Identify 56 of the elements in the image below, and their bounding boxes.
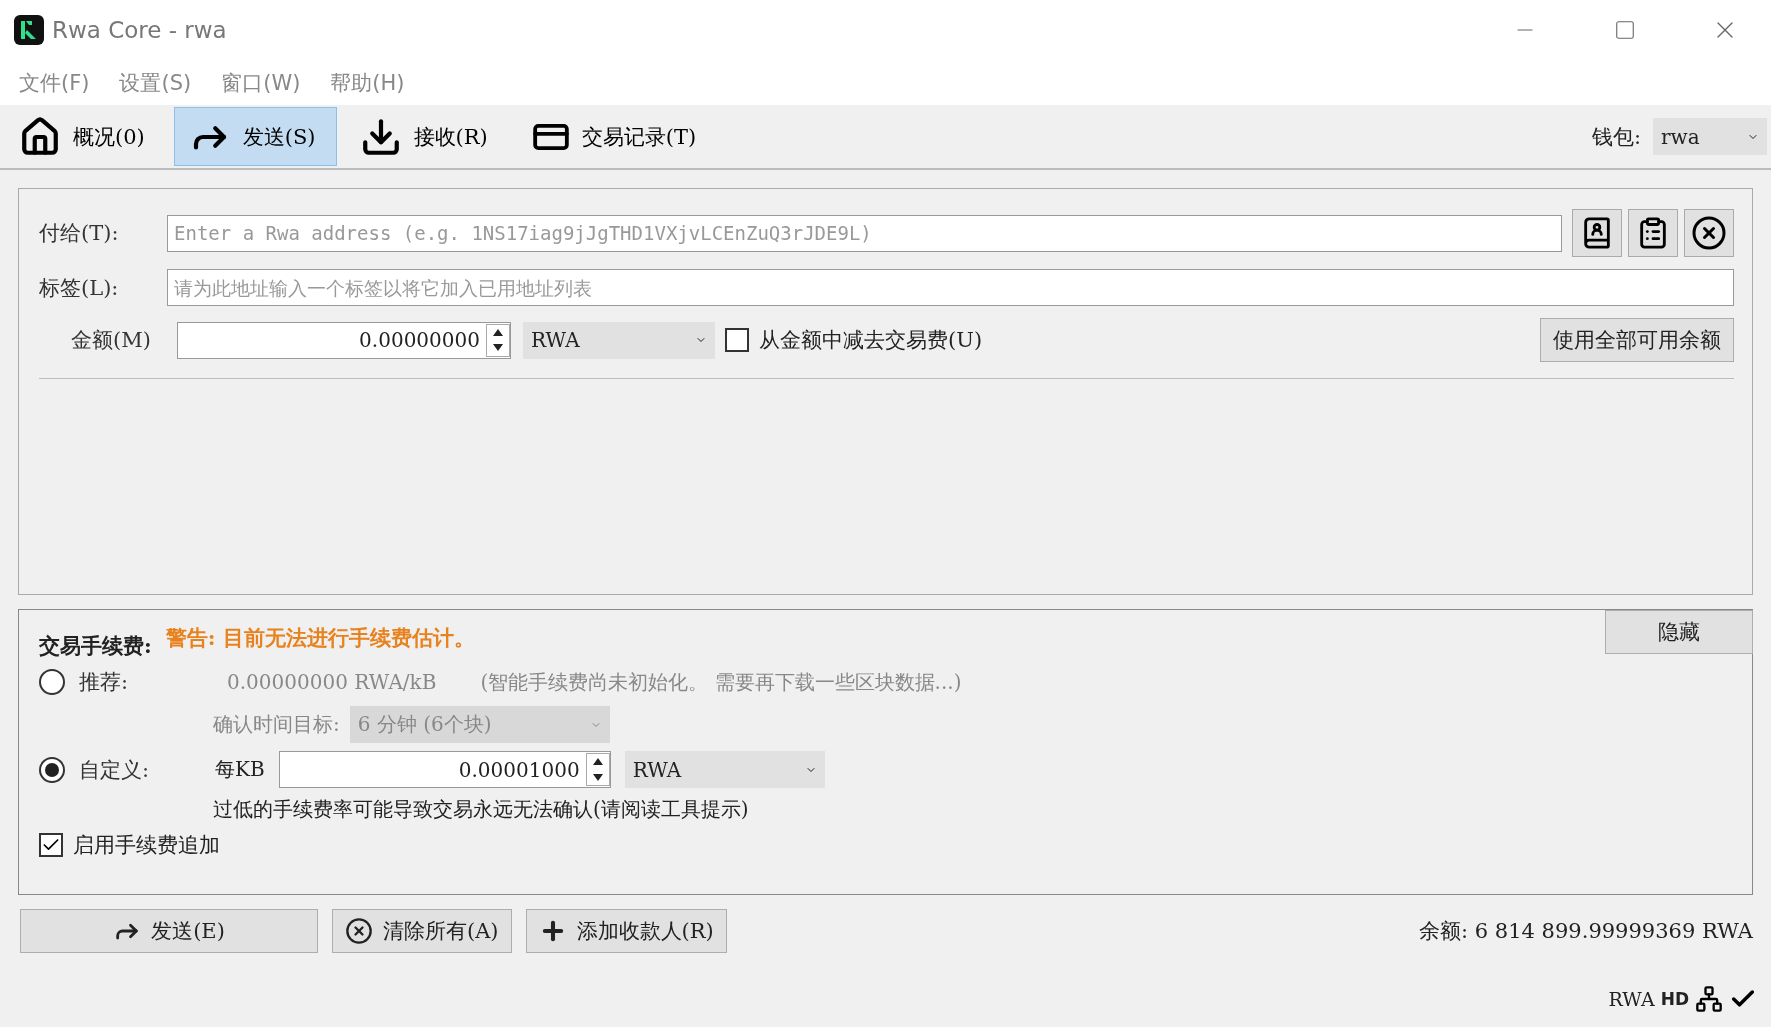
- radio-button[interactable]: [39, 669, 65, 695]
- clear-button[interactable]: [1684, 209, 1734, 257]
- unit-label: RWA: [1608, 988, 1655, 1010]
- down-arrow-icon: [592, 773, 603, 781]
- app-logo: [14, 15, 44, 45]
- amount-label: 金额(M): [70, 327, 152, 354]
- nav-tab[interactable]: 交易记录(T): [516, 107, 718, 166]
- unit-dropdown[interactable]: RWA: [523, 321, 715, 359]
- house-icon: [19, 115, 61, 158]
- menu-item[interactable]: 窗口(W): [210, 68, 312, 97]
- address-field[interactable]: Enter a Rwa address (e.g. 1NS17iag9jJgTHD1VXjvLCEnZuQ3rJDE9L): [167, 214, 1562, 252]
- menu-item[interactable]: 帮助(H): [319, 68, 416, 97]
- fee-hint: 过低的手续费率可能导致交易永远无法确认(请阅读工具提示): [212, 796, 750, 823]
- nav-tab[interactable]: 接收(R): [344, 107, 509, 166]
- clear-icon: [1691, 215, 1727, 251]
- up-arrow-icon: [493, 328, 503, 336]
- checkbox[interactable]: [725, 328, 749, 352]
- menu-item[interactable]: 文件(F): [8, 68, 101, 97]
- option-label: 自定义:: [79, 756, 151, 784]
- send-button[interactable]: 发送(E): [20, 909, 318, 953]
- up-arrow-icon: [592, 758, 603, 766]
- label-field[interactable]: 请为此地址输入一个标签以将它加入已用地址列表: [167, 269, 1734, 306]
- fee-note: (智能手续费尚未初始化。 需要再下载一些区块数据...): [480, 668, 962, 696]
- nav-tab[interactable]: 发送(S): [173, 107, 337, 166]
- fee-rate: 0.00000000 RWA/kB: [227, 670, 437, 694]
- per-kb-label: 每KB: [215, 756, 265, 783]
- action-button[interactable]: 清除所有(A): [332, 909, 512, 953]
- paste-button[interactable]: [1628, 209, 1678, 257]
- window-title: Rwa Core - rwa: [52, 17, 228, 43]
- spin-buttons[interactable]: [585, 753, 610, 786]
- fee-warning: 警告: 目前无法进行手续费估计。: [165, 624, 475, 652]
- option-label: 推荐:: [79, 669, 130, 696]
- spin-buttons[interactable]: [486, 323, 510, 357]
- target-label: 确认时间目标:: [213, 711, 340, 738]
- pay-to-label: 付给(T):: [39, 220, 120, 247]
- nav-tab[interactable]: 概况(0): [4, 107, 166, 166]
- label-label: 标签(L):: [39, 274, 120, 302]
- maximize-icon[interactable]: [1614, 19, 1636, 41]
- use-all-button[interactable]: 使用全部可用余额: [1540, 318, 1734, 362]
- checkbox[interactable]: [39, 833, 63, 857]
- address-book-button[interactable]: [1572, 209, 1622, 257]
- menu-item[interactable]: 设置(S): [108, 68, 203, 97]
- clear-icon: [345, 917, 373, 945]
- network-icon[interactable]: [1695, 985, 1723, 1013]
- fee-title: 交易手续费:: [39, 632, 152, 660]
- subtract-fee-label: 从金额中减去交易费(U): [759, 327, 983, 354]
- radio-button[interactable]: [39, 756, 65, 783]
- wallet-label: 钱包:: [1591, 123, 1641, 151]
- down-arrow-icon: [493, 344, 503, 352]
- action-button[interactable]: 添加收款人(R): [525, 909, 727, 953]
- balance-text: 余额: 6 814 899.99999369 RWA: [1419, 918, 1753, 945]
- hd-label: HD: [1660, 989, 1689, 1009]
- hide-button[interactable]: 隐藏: [1605, 610, 1753, 654]
- unit-dropdown[interactable]: RWA: [624, 751, 825, 788]
- wallet-dropdown[interactable]: rwa: [1653, 118, 1767, 155]
- rbf-label: 启用手续费追加: [73, 832, 220, 859]
